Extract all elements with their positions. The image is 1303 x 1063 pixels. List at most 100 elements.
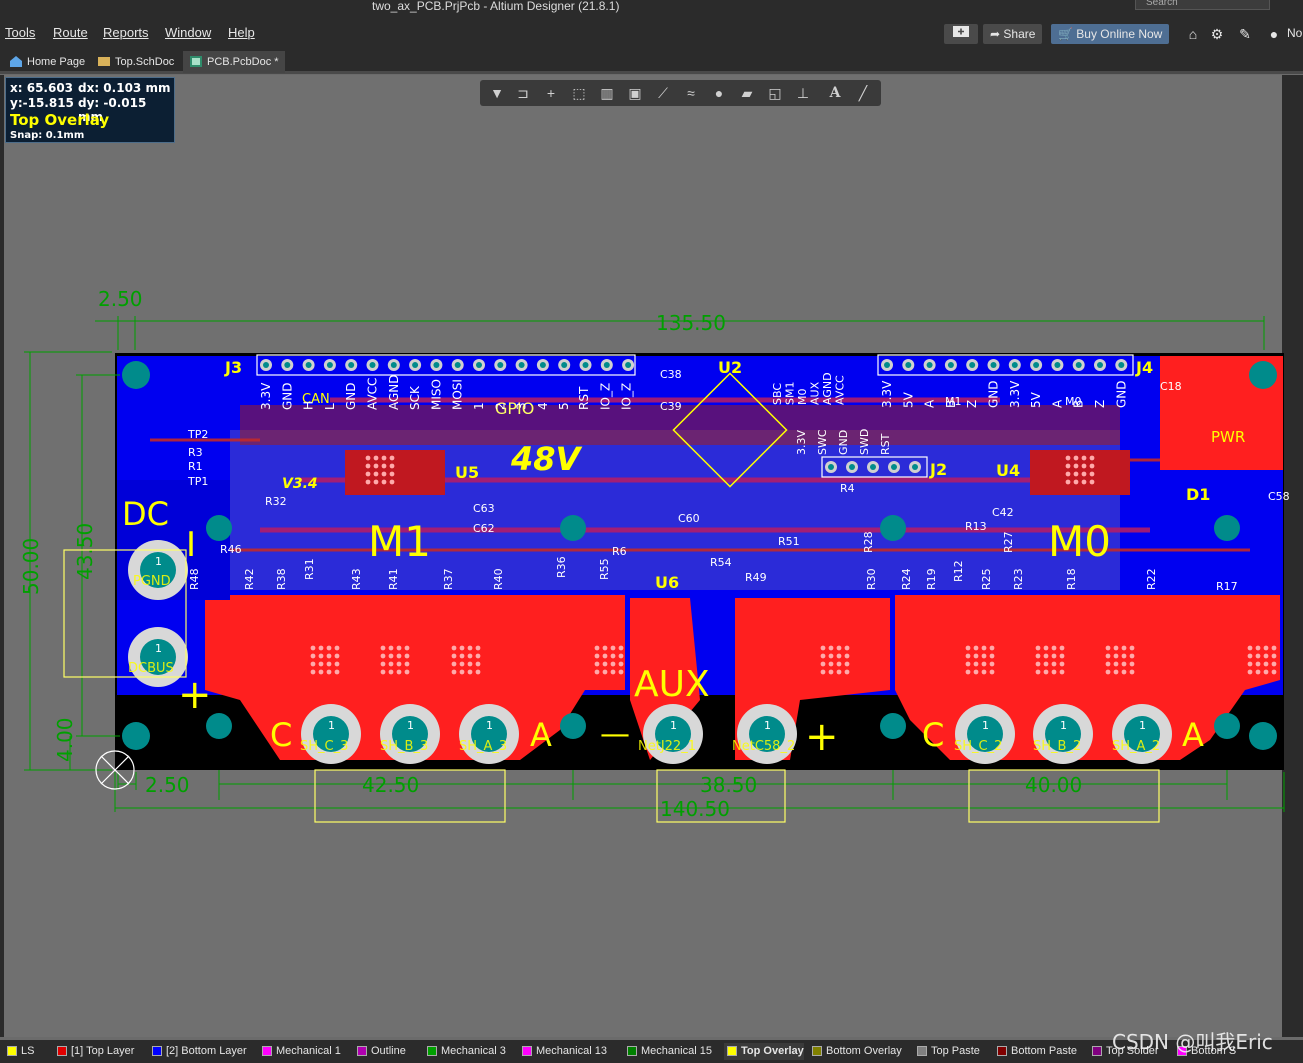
dimension-icon[interactable]: ⊥ [792,83,814,103]
text-icon[interactable]: A [824,83,846,103]
refdes-label: R37 [442,568,455,590]
layer-color-swatch [357,1046,367,1056]
polygon-icon[interactable]: ▰ [736,83,758,103]
pin-label: 3.3V [259,382,273,410]
layer-tab-bottom-paste[interactable]: Bottom Paste [994,1043,1077,1060]
pad-number: 1 [486,719,493,732]
pin-label: 3 [515,402,529,410]
thermal-via [965,645,971,651]
pin-label: SCK [408,385,422,410]
refdes-label: R30 [865,568,878,590]
layer-color-swatch [917,1046,927,1056]
mounting-hole [880,515,906,541]
header-pin-hole [828,464,834,470]
thermal-via [404,661,410,667]
label-m0: M0 [1048,517,1111,566]
refdes-label: R31 [303,558,316,580]
filter-icon[interactable]: ▼ [486,83,508,103]
thermal-via [1081,455,1087,461]
thermal-via [844,645,850,651]
mounting-hole [1249,361,1277,389]
thermal-via [404,669,410,675]
refdes-label: R3 [188,446,203,459]
layer-tab-label: [2] Bottom Layer [166,1045,247,1057]
label-j3: J3 [224,358,242,377]
thermal-via [1051,653,1057,659]
line-icon[interactable]: ╱ [852,83,874,103]
net-label-netc58: NetC58_2 [732,739,795,754]
refdes-label: R49 [745,571,767,584]
layer-tab-mechanical-3[interactable]: Mechanical 3 [424,1043,506,1060]
layer-tab-bottom-overlay[interactable]: Bottom Overlay [809,1043,902,1060]
thermal-via [1105,653,1111,659]
refdes-label: R17 [1216,580,1238,593]
layer-tab-1-top-layer[interactable]: [1] Top Layer [54,1043,134,1060]
refdes-label: C63 [473,502,495,515]
refdes-label: R23 [1012,568,1025,590]
thermal-via [618,653,624,659]
header-pin-hole [1011,362,1018,368]
layer-tab-mechanical-15[interactable]: Mechanical 15 [624,1043,712,1060]
thermal-via [1081,471,1087,477]
thermal-via [365,471,371,477]
align-icon[interactable]: ▥ [596,83,618,103]
thermal-via [1121,669,1127,675]
via-icon[interactable]: ● [708,83,730,103]
refdes-label: TP2 [187,428,208,441]
header-pin-hole [1097,362,1103,368]
thermal-via [1129,653,1135,659]
layer-color-swatch [522,1046,532,1056]
pin-label: A [1050,399,1064,408]
thermal-via [365,455,371,461]
route-icon[interactable]: ⊐ [512,83,534,103]
layer-tab-2-bottom-layer[interactable]: [2] Bottom Layer [149,1043,247,1060]
layer-tab-top-overlay[interactable]: Top Overlay [724,1043,804,1060]
thermal-via [1065,471,1071,477]
net-label-sh-a3: SH_A_3 [459,739,507,754]
terminal-sh-c3 [301,704,361,764]
label-m1: M1 [368,517,431,566]
interactive-route-icon[interactable]: ⟋ [652,83,674,103]
layer-tab-mechanical-13[interactable]: Mechanical 13 [519,1043,607,1060]
thermal-via [602,669,608,675]
header-pin-hole [947,362,954,368]
terminal-sh-a2 [1112,704,1172,764]
length-tune-icon[interactable]: ≈ [680,83,702,103]
pin-label: M0 [796,389,809,406]
thermal-via [396,661,402,667]
mounting-hole [1249,722,1277,750]
refdes-label: R24 [900,568,913,590]
pin-label: Z [965,400,979,408]
thermal-via [820,645,826,651]
thermal-via [1271,661,1277,667]
pin-label: IO_Z [598,383,612,410]
thermal-via [973,669,979,675]
thermal-via [1247,653,1253,659]
select-rect-icon[interactable]: ⬚ [568,83,590,103]
refdes-label: C38 [660,368,682,381]
thermal-via [1105,669,1111,675]
active-bar: ▼ ⊐ + ⬚ ▥ ▣ ⟋ ≈ ● ▰ ◱ ⊥ A ╱ [480,80,881,106]
layer-tab-mechanical-1[interactable]: Mechanical 1 [259,1043,341,1060]
layer-tab-top-paste[interactable]: Top Paste [914,1043,980,1060]
heads-up-display: x: 65.603 dx: 0.103 mm y:-15.815 dy: -0.… [5,77,175,143]
thermal-via [1043,653,1049,659]
thermal-via [1081,479,1087,485]
layer-color-swatch [57,1046,67,1056]
pin-label: MISO [429,379,443,410]
thermal-via [844,661,850,667]
place-icon[interactable]: + [540,83,562,103]
label-c-left: C [270,716,292,754]
pcb-board-view[interactable]: J3 J4 U2 J2 U4 U5 U6 D1 GPIO 48V V3.4 DC… [0,0,1303,1040]
net-label-sh-b2: SH_B_2 [1033,739,1081,754]
region-icon[interactable]: ◱ [764,83,786,103]
layer-tab-outline[interactable]: Outline [354,1043,406,1060]
pad-number: 1 [328,719,335,732]
layer-tab-ls[interactable]: LS [4,1043,34,1060]
net-label-dcbus: DCBUS [128,661,174,676]
layer-tab-label: Outline [371,1045,406,1057]
dim-value-top-width: 135.50 [656,311,726,335]
component-icon[interactable]: ▣ [624,83,646,103]
pin-label: AGND [387,374,401,410]
layer-color-swatch [427,1046,437,1056]
